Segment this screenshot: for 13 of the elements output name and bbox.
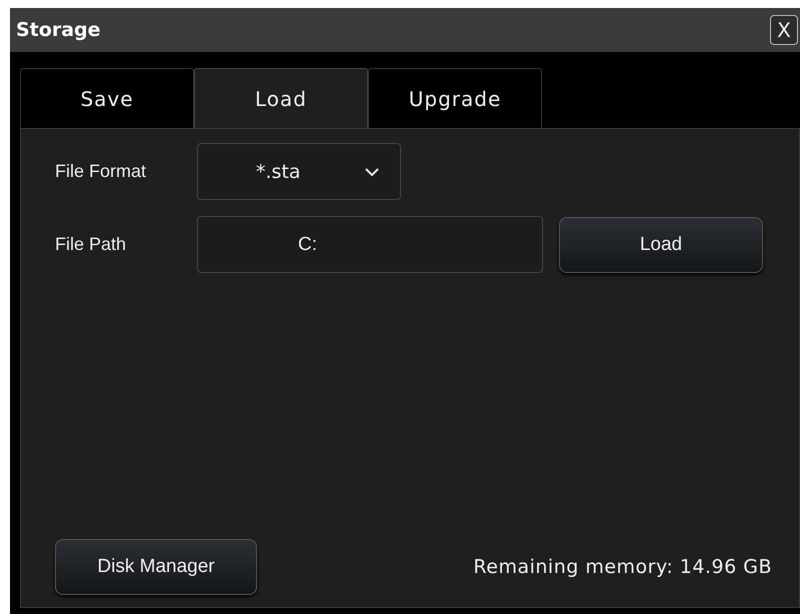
file-path-field[interactable]: C: xyxy=(197,216,543,273)
disk-manager-button[interactable]: Disk Manager xyxy=(55,539,257,595)
window-title: Storage xyxy=(16,19,100,41)
close-button[interactable]: X xyxy=(770,15,798,45)
file-format-dropdown[interactable]: *.sta xyxy=(197,143,401,200)
tab[interactable]: Save xyxy=(20,68,194,128)
field-label: File Format xyxy=(55,161,148,182)
tab[interactable]: Load xyxy=(194,68,368,128)
field-label: File Path xyxy=(55,234,128,255)
remaining-memory-text: Remaining memory: 14.96 GB xyxy=(473,556,772,578)
chevron-down-icon xyxy=(364,166,380,176)
load-button[interactable]: Load xyxy=(559,216,763,272)
tab[interactable]: Upgrade xyxy=(368,68,542,128)
